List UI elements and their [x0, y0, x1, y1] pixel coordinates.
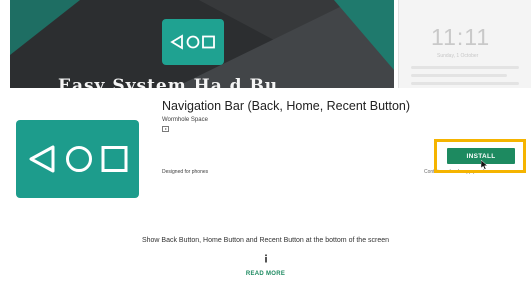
- app-icon: [16, 120, 139, 198]
- screenshot-2[interactable]: 11:11 Sunday, 1 October: [398, 0, 531, 88]
- nav-buttons-icon: [29, 145, 127, 173]
- app-title: Navigation Bar (Back, Home, Recent Butto…: [162, 99, 411, 113]
- designed-for-label: Designed for phones: [162, 169, 209, 175]
- lockscreen-date: Sunday, 1 October: [437, 53, 479, 59]
- developer-link[interactable]: Wormhole Space: [162, 117, 208, 123]
- screenshot-corner-accent: [10, 0, 80, 55]
- notification-line: [411, 82, 519, 85]
- app-description: Show Back Button, Home Button and Recent…: [141, 237, 390, 244]
- recent-square-icon: [101, 146, 127, 172]
- notification-line: [411, 66, 519, 69]
- lockscreen-clock: 11:11: [431, 24, 491, 50]
- notification-line: [411, 74, 507, 77]
- info-icon: [265, 254, 267, 263]
- play-badge-icon: [162, 126, 169, 132]
- home-circle-icon: [65, 146, 92, 172]
- cursor-icon: [481, 160, 489, 170]
- read-more-link[interactable]: READ MORE: [0, 271, 531, 277]
- screenshot-promo-text: Easy System Ha d Bu: [58, 76, 279, 88]
- screenshot-app-logo: [162, 19, 224, 65]
- screenshot-corner-accent: [334, 0, 394, 70]
- screenshot-1[interactable]: Easy System Ha d Bu: [10, 0, 394, 88]
- nav-buttons-icon: [170, 34, 215, 50]
- back-triangle-icon: [29, 145, 54, 173]
- screenshot-carousel: Easy System Ha d Bu 11:11 Sunday, 1 Octo…: [0, 0, 531, 88]
